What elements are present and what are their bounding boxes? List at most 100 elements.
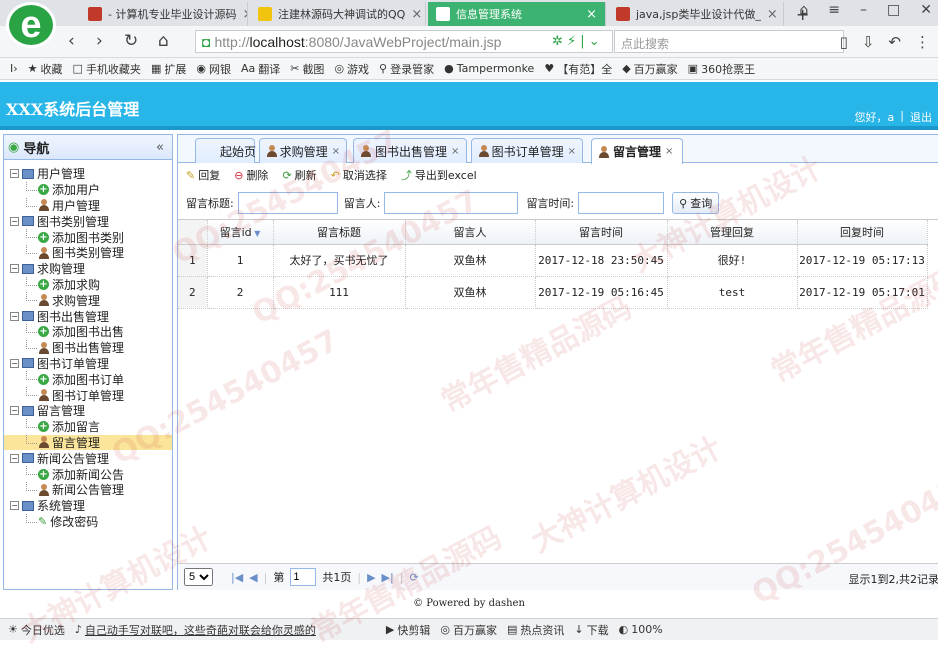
nav-group[interactable]: −图书类别管理	[4, 213, 172, 229]
panel-tab[interactable]: 留言管理×	[591, 138, 683, 164]
browser-tab[interactable]: - 计算机专业毕业设计源码×	[80, 2, 248, 26]
forward-icon[interactable]: ›	[96, 31, 103, 51]
close-tab-icon[interactable]: ×	[665, 146, 673, 157]
panel-tab[interactable]: 求购管理×	[259, 138, 347, 163]
nav-group[interactable]: −图书出售管理	[4, 308, 172, 324]
status-download[interactable]: ↓下载	[574, 622, 608, 638]
column-header[interactable]: 回复时间	[797, 220, 927, 244]
favorite-item[interactable]: ★收藏	[28, 61, 63, 77]
table-row[interactable]: 11太好了，买书无忧了双鱼林2017-12-18 23:50:45很好!2017…	[178, 244, 927, 276]
collapse-icon[interactable]: «	[156, 140, 164, 155]
status-news-ticker[interactable]: ♪自己动手写对联吧，这些奇葩对联会给你灵感的	[75, 622, 376, 638]
browser-tab[interactable]: java,jsp类毕业设计代做_×	[608, 2, 784, 26]
nav-group[interactable]: −留言管理	[4, 403, 172, 419]
nav-item[interactable]: 留言管理	[4, 435, 172, 451]
nav-item[interactable]: +添加图书出售	[4, 324, 172, 340]
nav-item[interactable]: +添加新闻公告	[4, 466, 172, 482]
nav-item[interactable]: 图书订单管理	[4, 387, 172, 403]
back-icon[interactable]: ‹	[68, 31, 75, 51]
nav-item[interactable]: 图书出售管理	[4, 340, 172, 356]
favorite-item[interactable]: Aa翻译	[241, 61, 280, 77]
favorite-item[interactable]: ◆百万赢家	[622, 61, 677, 77]
expand-toggle-icon[interactable]: −	[10, 312, 19, 321]
browser-tab[interactable]: 信息管理系统×	[428, 2, 606, 26]
person-input[interactable]	[384, 192, 518, 214]
favorite-item[interactable]: ◎游戏	[334, 61, 369, 77]
favorite-item[interactable]: ▣360抢票王	[688, 61, 755, 77]
time-input[interactable]	[578, 192, 664, 214]
close-tab-icon[interactable]: ×	[568, 146, 576, 157]
more-icon[interactable]: ⋮	[915, 33, 930, 51]
favorite-item[interactable]: ⚲登录管家	[379, 61, 434, 77]
favorite-item[interactable]: ◉网银	[196, 61, 231, 77]
nav-group[interactable]: −用户管理	[4, 166, 172, 182]
phone-icon[interactable]: ▯	[840, 33, 848, 51]
minimize-icon[interactable]: –	[860, 2, 867, 18]
nav-item[interactable]: +添加求购	[4, 277, 172, 293]
nav-group[interactable]: −系统管理	[4, 498, 172, 514]
title-input[interactable]	[238, 192, 338, 214]
close-tab-icon[interactable]: ×	[242, 7, 248, 22]
nav-group[interactable]: −求购管理	[4, 261, 172, 277]
url-input[interactable]: ◘ http://localhost:8080/JavaWebProject/m…	[195, 30, 613, 53]
download-icon[interactable]: ⇩	[862, 33, 875, 51]
nav-item[interactable]: +添加图书订单	[4, 371, 172, 387]
close-tab-icon[interactable]: ×	[767, 7, 778, 22]
column-header[interactable]: 留言人	[405, 220, 535, 244]
close-tab-icon[interactable]: ×	[586, 7, 597, 22]
table-row[interactable]: 22111双鱼林2017-12-19 05:16:45test2017-12-1…	[178, 276, 927, 308]
url-action-icons[interactable]: ✲ ⚡ | ⌄	[552, 34, 600, 49]
nav-item[interactable]: ✎修改密码	[4, 514, 172, 530]
status-zoom-level[interactable]: ◐100%	[619, 623, 663, 636]
skin-icon[interactable]: ⌂	[799, 2, 808, 18]
expand-toggle-icon[interactable]: −	[10, 169, 19, 178]
home-icon[interactable]: ⌂	[158, 31, 169, 51]
logout-link[interactable]: 退出	[910, 109, 932, 125]
panel-tab[interactable]: 图书订单管理×	[471, 138, 583, 163]
menu-icon[interactable]: ≡	[828, 2, 840, 18]
undo-icon[interactable]: ↶	[888, 33, 901, 51]
browser-logo-icon[interactable]: e	[6, 2, 56, 48]
browser-tab[interactable]: 注建林源码大神调试的QQ×	[250, 2, 426, 26]
next-page-icon[interactable]: ▶	[367, 571, 375, 584]
status-today-pick[interactable]: ☀今日优选	[8, 622, 65, 638]
favorite-item[interactable]: ♥【有范】全	[544, 61, 612, 77]
delete-button[interactable]: ⊖删除	[234, 167, 268, 183]
maximize-icon[interactable]: □	[887, 2, 900, 18]
close-tab-icon[interactable]: ×	[451, 146, 459, 157]
favorite-item[interactable]: □手机收藏夹	[73, 61, 141, 77]
expand-toggle-icon[interactable]: −	[10, 454, 19, 463]
expand-toggle-icon[interactable]: −	[10, 264, 19, 273]
close-tab-icon[interactable]: ×	[332, 146, 340, 157]
reload-icon[interactable]: ↻	[124, 31, 138, 51]
column-header[interactable]: 留言时间	[535, 220, 667, 244]
reload-page-icon[interactable]: ⟳	[409, 571, 418, 584]
favorite-item[interactable]: ●Tampermonke	[444, 62, 534, 75]
refresh-button[interactable]: ⟳刷新	[282, 167, 316, 183]
cancel-select-button[interactable]: ↶取消选择	[331, 167, 387, 183]
nav-group[interactable]: −新闻公告管理	[4, 450, 172, 466]
first-page-icon[interactable]: |◀	[231, 571, 243, 584]
expand-toggle-icon[interactable]: −	[10, 217, 19, 226]
close-window-icon[interactable]: ✕	[920, 2, 932, 18]
last-page-icon[interactable]: ▶|	[382, 571, 394, 584]
export-button[interactable]: ⤴导出到excel	[401, 167, 477, 183]
status-million-winner[interactable]: ◎百万赢家	[440, 622, 497, 638]
column-header[interactable]: 留言标题	[273, 220, 405, 244]
expand-toggle-icon[interactable]: −	[10, 406, 19, 415]
close-tab-icon[interactable]: ×	[411, 7, 422, 22]
nav-item[interactable]: 求购管理	[4, 292, 172, 308]
favorite-item[interactable]: ▦扩展	[151, 61, 186, 77]
nav-item[interactable]: 用户管理	[4, 198, 172, 214]
panel-tab[interactable]: 起始页	[195, 138, 255, 163]
expand-toggle-icon[interactable]: −	[10, 359, 19, 368]
nav-item[interactable]: +添加图书类别	[4, 229, 172, 245]
nav-item[interactable]: +添加用户	[4, 182, 172, 198]
expand-toggle-icon[interactable]: −	[10, 501, 19, 510]
column-header[interactable]: 留言id ▼	[207, 220, 273, 244]
page-number-input[interactable]	[290, 568, 316, 586]
nav-item[interactable]: 新闻公告管理	[4, 482, 172, 498]
status-hot-news[interactable]: ▤热点资讯	[507, 622, 564, 638]
panel-tab[interactable]: 图书出售管理×	[353, 138, 467, 163]
column-header[interactable]: 管理回复	[667, 220, 797, 244]
